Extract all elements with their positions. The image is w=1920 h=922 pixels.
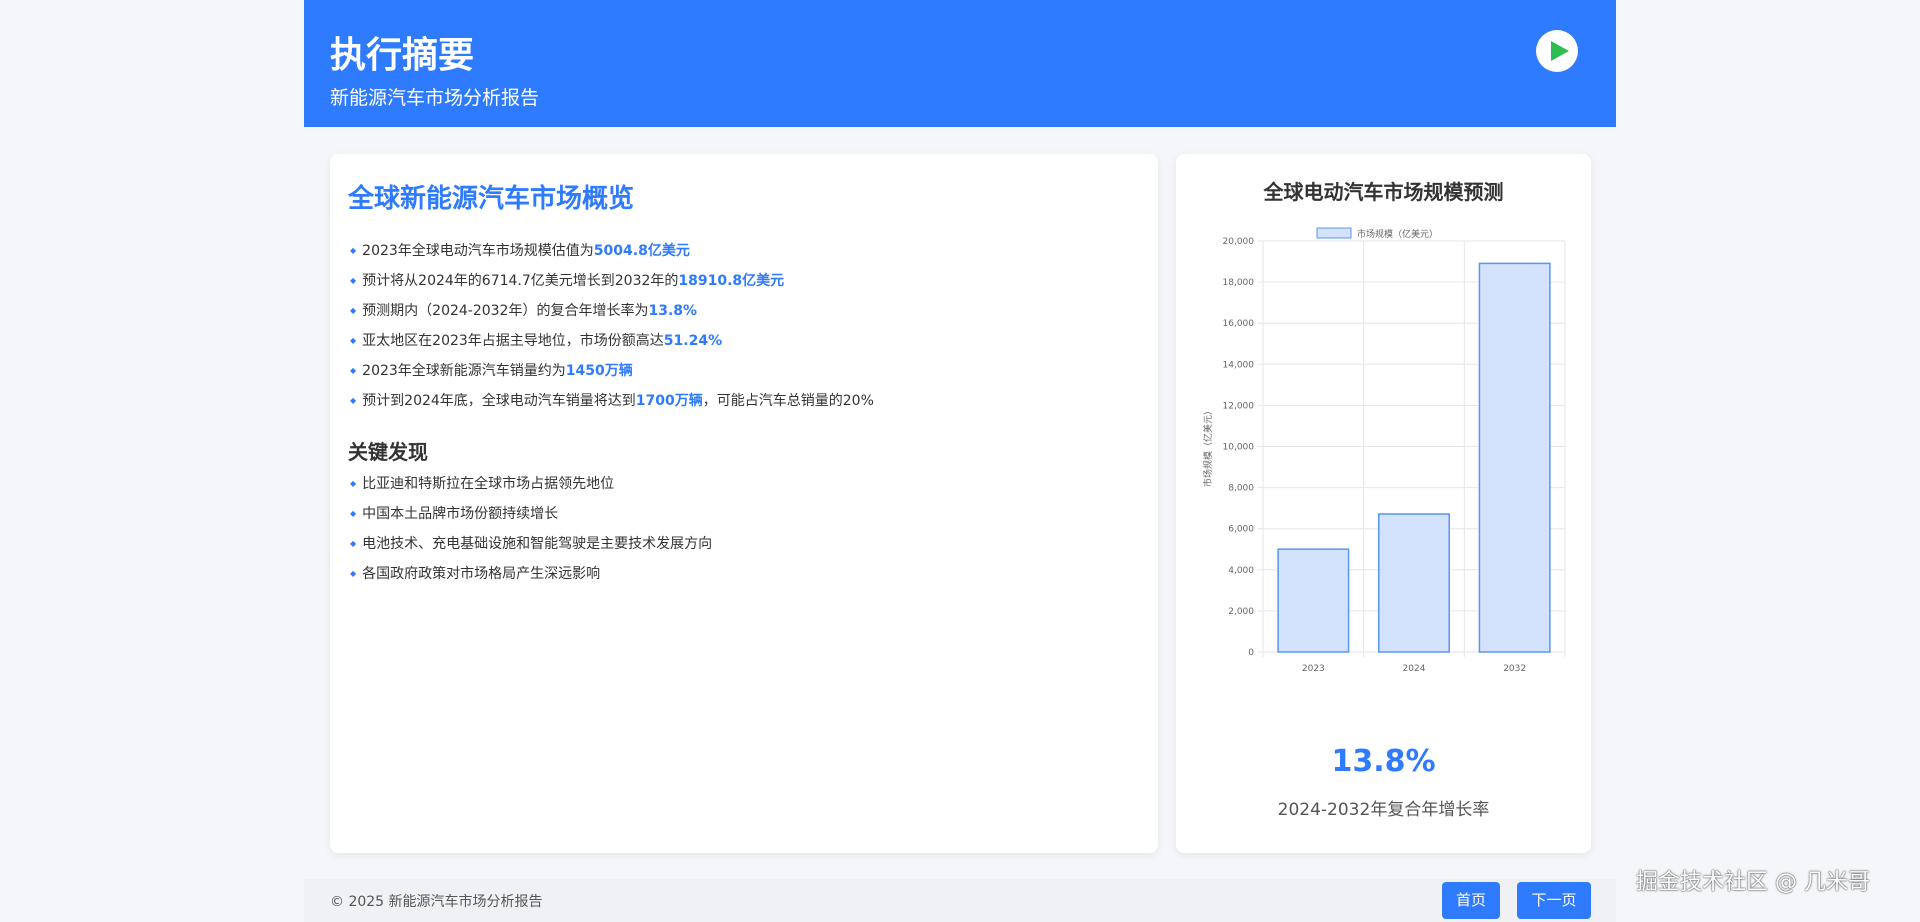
y-tick-label: 16,000 (1223, 319, 1255, 329)
y-tick-label: 10,000 (1223, 443, 1255, 453)
overview-card: 全球新能源汽车市场概览 2023年全球电动汽车市场规模估值为5004.8亿美元 … (330, 154, 1158, 853)
findings-title: 关键发现 (348, 440, 428, 464)
y-tick-label: 18,000 (1223, 278, 1255, 288)
list-item: 2023年全球新能源汽车销量约为1450万辆 (350, 356, 874, 386)
list-item: 预测期内（2024-2032年）的复合年增长率为13.8% (350, 296, 874, 326)
chart-card: 全球电动汽车市场规模预测 0 2,000 4,000 6,000 8,000 10,000… (1176, 154, 1591, 853)
x-tick-label: 2023 (1302, 664, 1325, 674)
overview-title: 全球新能源汽车市场概览 (348, 184, 635, 214)
x-tick-label: 2032 (1503, 664, 1526, 674)
y-tick-label: 12,000 (1223, 401, 1255, 411)
x-tick-label: 2024 (1403, 664, 1426, 674)
list-item: 2023年全球电动汽车市场规模估值为5004.8亿美元 (350, 236, 874, 266)
copyright: © 2025 新能源汽车市场分析报告 (330, 894, 543, 910)
list-item: 亚太地区在2023年占据主导地位，市场份额高达51.24% (350, 326, 874, 356)
watermark: 掘金技术社区 @ 几米哥 (1636, 870, 1870, 895)
play-icon[interactable] (1536, 30, 1578, 72)
y-tick-label: 6,000 (1228, 525, 1254, 535)
y-tick-label: 4,000 (1228, 566, 1254, 576)
y-tick-label: 8,000 (1228, 484, 1254, 494)
list-item: 中国本土品牌市场份额持续增长 (350, 499, 712, 529)
y-tick-label: 0 (1248, 648, 1254, 658)
cagr-label: 2024-2032年复合年增长率 (1277, 800, 1490, 820)
list-item: 电池技术、充电基础设施和智能驾驶是主要技术发展方向 (350, 529, 712, 559)
overview-list: 2023年全球电动汽车市场规模估值为5004.8亿美元 预计将从2024年的67… (350, 236, 874, 416)
list-item: 预计将从2024年的6714.7亿美元增长到2032年的18910.8亿美元 (350, 266, 874, 296)
bar-2032 (1478, 262, 1551, 653)
y-tick-label: 14,000 (1223, 360, 1255, 370)
y-tick-label: 20,000 (1223, 237, 1255, 247)
footer: © 2025 新能源汽车市场分析报告 首页 下一页 (304, 879, 1616, 922)
y-axis-label: 市场规模（亿美元） (1202, 406, 1214, 487)
y-tick-label: 2,000 (1228, 607, 1254, 617)
list-item: 比亚迪和特斯拉在全球市场占据领先地位 (350, 469, 712, 499)
home-button[interactable]: 首页 (1442, 882, 1500, 919)
legend-swatch (1316, 227, 1352, 239)
list-item: 各国政府政策对市场格局产生深远影响 (350, 559, 712, 589)
findings-list: 比亚迪和特斯拉在全球市场占据领先地位 中国本土品牌市场份额持续增长 电池技术、充… (350, 469, 712, 589)
legend-label: 市场规模（亿美元） (1357, 228, 1438, 240)
next-page-button[interactable]: 下一页 (1517, 882, 1591, 919)
bar-2023 (1277, 548, 1350, 653)
bar-2024 (1378, 513, 1450, 653)
list-item: 预计到2024年底，全球电动汽车销量将达到1700万辆，可能占汽车总销量的20% (350, 386, 874, 416)
page-title: 执行摘要 (330, 35, 475, 76)
cagr-value: 13.8% (1331, 744, 1436, 779)
bar-chart: 0 2,000 4,000 6,000 8,000 10,000 12,000 14,000 1… (1202, 227, 1566, 674)
header: 执行摘要 新能源汽车市场分析报告 (304, 0, 1616, 127)
page-subtitle: 新能源汽车市场分析报告 (330, 87, 540, 109)
